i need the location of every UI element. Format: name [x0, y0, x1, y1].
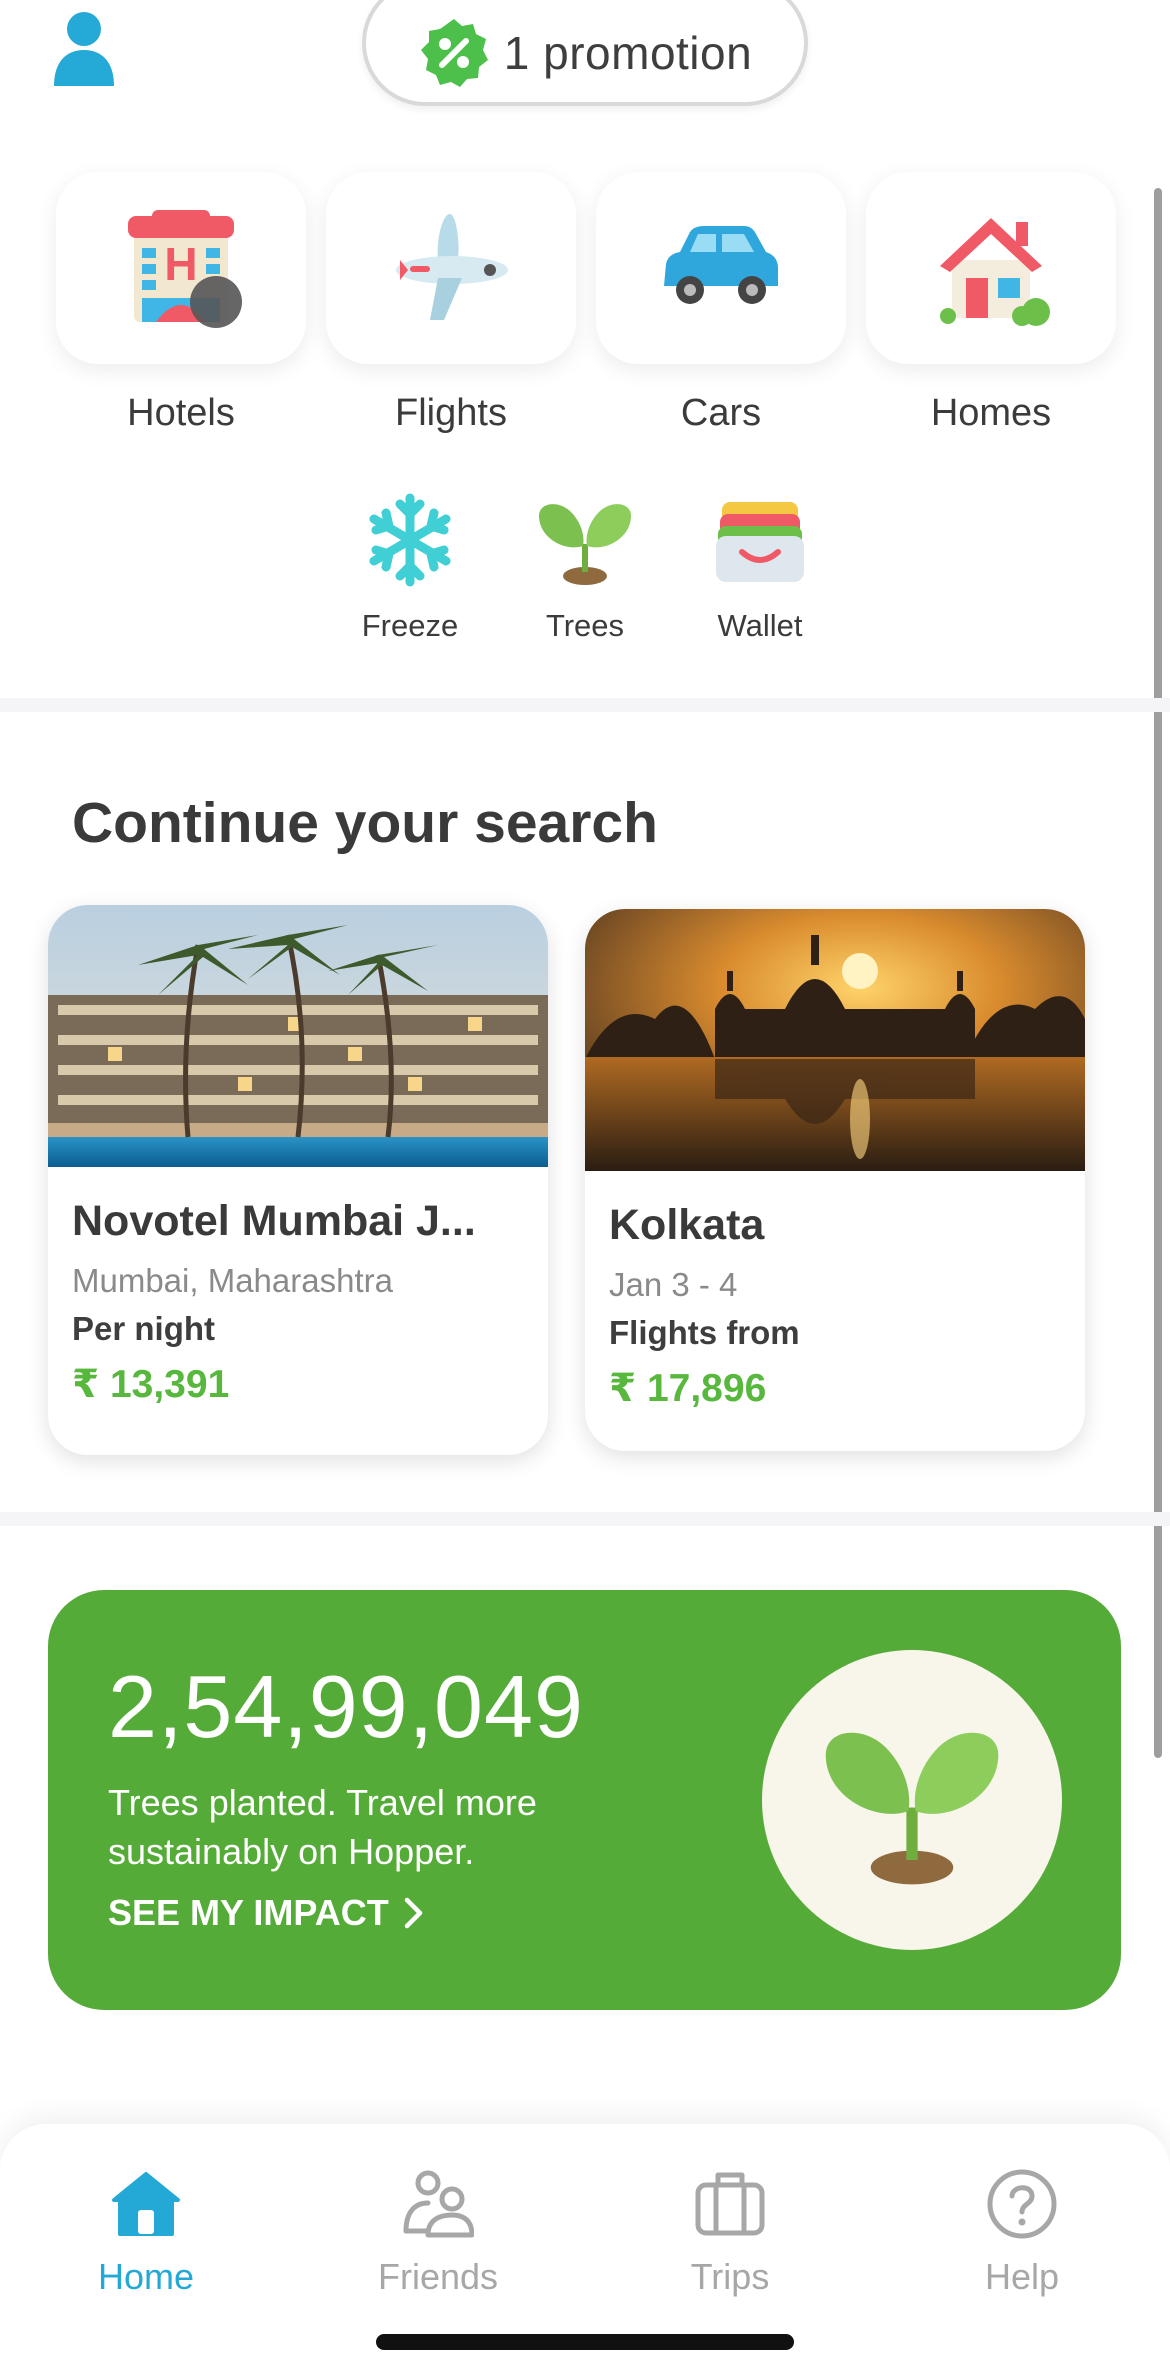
impact-description: Trees planted. Travel more sustainably o… — [108, 1782, 537, 1872]
snowflake-icon — [369, 493, 451, 587]
home-icon — [112, 2172, 180, 2236]
hotels-label: Hotels — [127, 392, 235, 434]
tab-friends[interactable]: Friends — [338, 2164, 538, 2298]
suitcase-icon — [695, 2172, 765, 2236]
promotion-pill[interactable]: 1 promotion — [362, 0, 808, 106]
tab-trips-label: Trips — [690, 2256, 770, 2297]
tab-help[interactable]: Help — [922, 2164, 1122, 2298]
kolkata-monument-photo — [585, 909, 1085, 1171]
quick-action-trees[interactable]: Trees — [515, 490, 655, 644]
sprout-icon — [825, 1732, 999, 1885]
homes-tile[interactable] — [866, 172, 1116, 364]
tab-trips[interactable]: Trips — [630, 2164, 830, 2298]
section-divider — [0, 1512, 1170, 1526]
hotels-tile[interactable]: H — [56, 172, 306, 364]
tab-help-label: Help — [984, 2256, 1060, 2297]
flight-card-caption: Flights from — [609, 1314, 800, 1351]
hotel-icon: H — [128, 210, 242, 328]
home-indicator[interactable] — [376, 2334, 794, 2350]
profile-button[interactable] — [52, 10, 116, 86]
flight-card-dates: Jan 3 - 4 — [609, 1266, 738, 1303]
friends-icon — [403, 2170, 474, 2238]
flights-label: Flights — [395, 392, 507, 434]
continue-search-title: Continue your search — [72, 791, 658, 855]
wallet-icon — [716, 502, 804, 582]
section-divider — [0, 698, 1170, 712]
promotion-label: 1 promotion — [503, 27, 753, 79]
flight-card-title: Kolkata — [609, 1201, 765, 1249]
hotel-card-title: Novotel Mumbai J... — [72, 1197, 476, 1245]
svg-text:H: H — [164, 238, 197, 290]
flight-card-price: ₹ 17,896 — [609, 1367, 767, 1410]
impact-illustration — [762, 1650, 1062, 1950]
sprout-icon — [539, 504, 631, 585]
cars-label: Cars — [680, 392, 762, 434]
homes-label: Homes — [930, 392, 1052, 434]
vertical-hotels[interactable]: H Hotels — [46, 172, 316, 452]
cars-tile[interactable] — [596, 172, 846, 364]
hotel-card-price: ₹ 13,391 — [72, 1363, 230, 1406]
flights-tile[interactable] — [326, 172, 576, 364]
hotel-pool-photo — [48, 905, 548, 1167]
airplane-icon — [396, 214, 508, 320]
trees-planted-count: 2,54,99,049 — [108, 1657, 584, 1756]
vertical-flights[interactable]: Flights — [316, 172, 586, 452]
hotel-card-caption: Per night — [72, 1310, 216, 1347]
search-card-hotel[interactable]: Novotel Mumbai J... Mumbai, Maharashtra … — [48, 905, 548, 1455]
trees-label: Trees — [545, 608, 625, 643]
trees-impact-banner[interactable]: 2,54,99,049 Trees planted. Travel more s… — [48, 1590, 1121, 2010]
chevron-right-icon — [404, 1897, 422, 1929]
tab-home-label: Home — [97, 2256, 195, 2297]
car-icon — [664, 226, 778, 304]
see-my-impact-link[interactable]: SEE MY IMPACT — [108, 1892, 425, 1934]
vertical-homes[interactable]: Homes — [856, 172, 1126, 452]
hotel-card-location: Mumbai, Maharashtra — [72, 1262, 393, 1299]
house-icon — [940, 218, 1050, 326]
freeze-label: Freeze — [361, 608, 459, 643]
tab-home[interactable]: Home — [46, 2164, 246, 2298]
person-icon — [54, 12, 114, 86]
wallet-label: Wallet — [717, 608, 803, 643]
see-my-impact-label: SEE MY IMPACT — [108, 1892, 389, 1933]
quick-actions: Freeze Trees Wallet — [340, 490, 830, 644]
quick-action-wallet[interactable]: Wallet — [690, 490, 830, 644]
search-card-flight[interactable]: Kolkata Jan 3 - 4 Flights from ₹ 17,896 — [585, 909, 1085, 1451]
help-icon — [987, 2169, 1057, 2239]
tab-friends-label: Friends — [377, 2256, 499, 2297]
vertical-cars[interactable]: Cars — [586, 172, 856, 452]
percent-badge-icon — [420, 19, 488, 87]
vertical-categories: H Hotels Flights Cars Homes — [46, 172, 1126, 452]
quick-action-freeze[interactable]: Freeze — [340, 490, 480, 644]
